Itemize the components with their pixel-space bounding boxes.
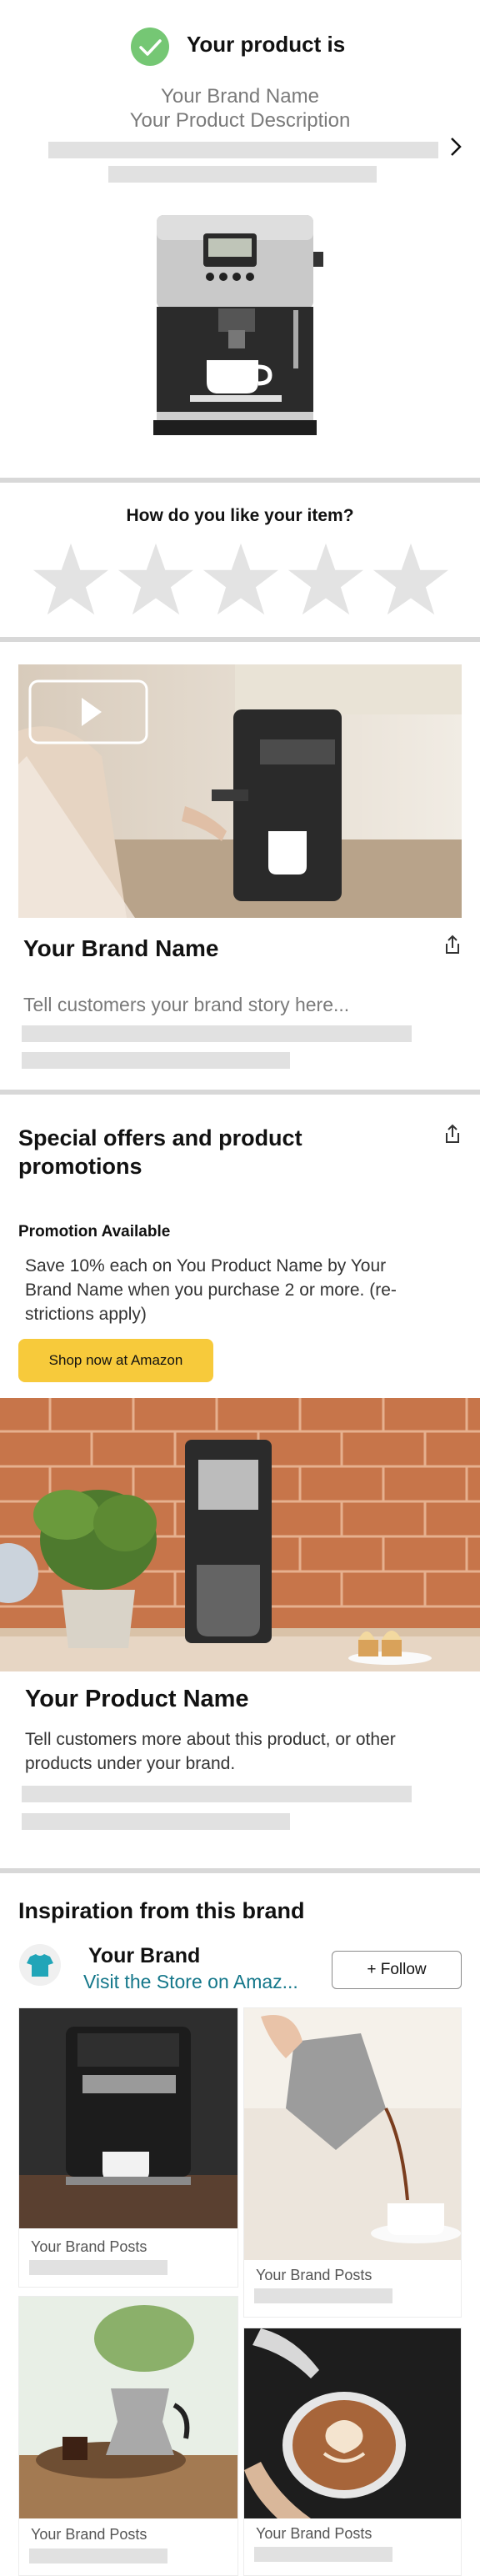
brand-logo-icon[interactable]	[18, 1943, 62, 1987]
placeholder-bar	[29, 2548, 168, 2563]
section-divider	[0, 478, 480, 483]
post-label: Your Brand Posts	[31, 2238, 148, 2255]
placeholder-bar	[22, 1025, 412, 1042]
rating-star-icon[interactable]	[202, 540, 280, 619]
post-label: Your Brand Posts	[256, 2525, 372, 2542]
promo-text: Save 10% each on You Product Name by You…	[25, 1256, 397, 1324]
brand-story-placeholder: Tell customers your brand story here...	[23, 994, 350, 1015]
brand-post-card[interactable]: Your Brand Posts	[243, 2328, 462, 2576]
section-divider	[0, 1090, 480, 1095]
promo-label: Promotion Available	[18, 1223, 171, 1240]
placeholder-bar	[22, 1786, 412, 1802]
placeholder-bar	[48, 142, 438, 158]
placeholder-bar	[22, 1813, 290, 1830]
post-image-moka-pot	[244, 2008, 461, 2260]
brand-story-title: Your Brand Name	[23, 935, 219, 961]
rating-question: How do you like your item?	[126, 506, 354, 525]
post-label: Your Brand Posts	[31, 2526, 148, 2543]
header-brand: Your Brand Name	[161, 85, 319, 108]
inspiration-brand: Your Brand	[88, 1944, 201, 1967]
product-lifestyle-image	[0, 1398, 480, 1671]
share-icon[interactable]	[443, 935, 462, 956]
placeholder-bar	[254, 2288, 392, 2303]
post-image-moka-table	[19, 2297, 238, 2518]
placeholder-bar	[22, 1052, 290, 1069]
rating-star-icon[interactable]	[372, 540, 450, 619]
rating-star-icon[interactable]	[32, 540, 110, 619]
placeholder-bar	[29, 2260, 168, 2275]
brand-post-card[interactable]: Your Brand Posts	[18, 2296, 238, 2576]
brand-story-video[interactable]	[18, 664, 462, 918]
placeholder-bar	[108, 166, 377, 183]
chevron-right-icon[interactable]	[447, 135, 465, 158]
follow-button[interactable]: + Follow	[332, 1951, 462, 1989]
post-label: Your Brand Posts	[256, 2267, 372, 2283]
shop-now-button[interactable]: Shop now at Amazon	[18, 1339, 213, 1382]
section-divider	[0, 1868, 480, 1873]
offers-title: Special offers and product promotions	[18, 1125, 302, 1179]
brand-post-card[interactable]: Your Brand Posts	[243, 2007, 462, 2318]
rating-star-icon[interactable]	[117, 540, 195, 619]
share-icon[interactable]	[443, 1124, 462, 1145]
placeholder-bar	[254, 2547, 392, 2562]
header-description: Your Product Description	[129, 109, 351, 132]
brand-post-card[interactable]: Your Brand Posts	[18, 2007, 238, 2288]
section-divider	[0, 637, 480, 642]
product-image-espresso-machine	[153, 215, 323, 435]
product-text: Tell customers more about this product, …	[25, 1730, 396, 1773]
post-image-espresso	[19, 2008, 238, 2228]
check-circle-icon	[131, 28, 169, 66]
rating-star-icon[interactable]	[287, 540, 365, 619]
inspiration-title: Inspiration from this brand	[18, 1898, 305, 1923]
header-title: Your product is	[187, 32, 346, 57]
visit-store-link[interactable]: Visit the Store on Amaz...	[83, 1971, 298, 1993]
product-title: Your Product Name	[25, 1686, 249, 1712]
post-image-latte-art	[244, 2328, 461, 2518]
